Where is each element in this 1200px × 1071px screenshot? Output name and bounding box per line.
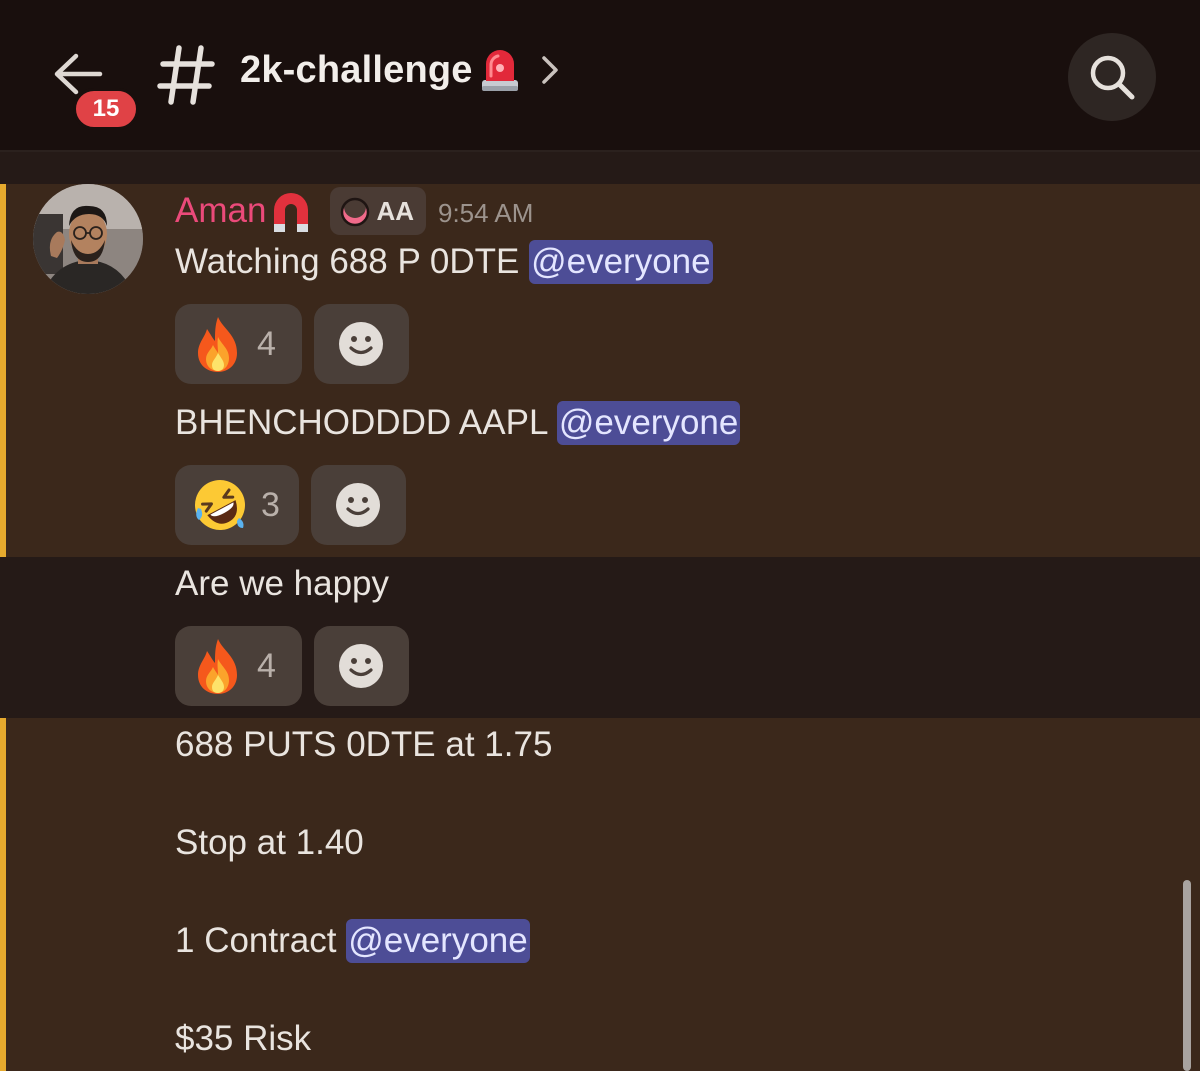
add-reaction-button[interactable] [314,304,409,384]
everyone-mention[interactable]: @everyone [556,401,741,445]
message-line: 1 Contract @everyone [175,917,530,965]
reaction-rofl[interactable]: 3 [175,465,299,545]
avatar[interactable] [33,184,143,294]
server-tag[interactable]: AA [330,187,426,235]
message-line: Watching 688 P 0DTE @everyone [175,238,713,286]
message-line: BHENCHODDDD AAPL @everyone [175,399,741,447]
message-text: 688 PUTS 0DTE at 1.75 [175,725,553,764]
reaction-count: 3 [261,485,280,524]
rolling-on-floor-laughing-emoji [195,480,245,530]
search-button[interactable] [1068,33,1156,121]
message-text: Are we happy [175,564,390,603]
channel-header: 15 2k-challenge [0,0,1200,152]
everyone-mention[interactable]: @everyone [346,919,530,963]
scrollbar[interactable] [1183,880,1191,1071]
reaction-fire[interactable]: 4 [175,304,302,384]
message-text: BHENCHODDDD AAPL [175,403,557,442]
fire-emoji [198,317,237,372]
user-photo [33,184,143,294]
add-reaction-button[interactable] [311,465,406,545]
magnet-icon [274,193,309,232]
message-text: 1 Contract [175,921,347,960]
message-line: $35 Risk [175,1015,311,1063]
crescent-moon-icon [341,196,370,227]
channel-name: 2k-challenge [240,48,473,91]
message-text: Stop at 1.40 [175,823,364,862]
fire-emoji [198,639,237,694]
hash-icon [157,45,215,105]
message-line: Are we happy [175,560,389,608]
smiley-add-icon [336,483,380,527]
channel-title-button[interactable]: 2k-challenge [240,40,559,100]
timestamp: 9:54 AM [438,197,534,228]
message-header: Aman AA 9:54 AM [175,186,533,236]
message-line: 688 PUTS 0DTE at 1.75 [175,721,552,769]
unread-badge: 15 [73,88,139,130]
server-tag-label: AA [376,195,414,226]
smiley-add-icon [339,644,383,688]
reaction-count: 4 [257,646,276,685]
author-name[interactable]: Aman [175,191,266,231]
search-icon [1090,55,1135,100]
siren-icon [481,50,518,91]
reaction-fire[interactable]: 4 [175,626,302,706]
message-text: Watching 688 P 0DTE [175,242,530,281]
add-reaction-button[interactable] [314,626,409,706]
message-text: $35 Risk [175,1019,312,1058]
reaction-count: 4 [257,324,276,363]
everyone-mention[interactable]: @everyone [529,240,713,284]
message-line: Stop at 1.40 [175,819,364,867]
chevron-right-icon [541,56,558,84]
smiley-add-icon [339,322,383,366]
